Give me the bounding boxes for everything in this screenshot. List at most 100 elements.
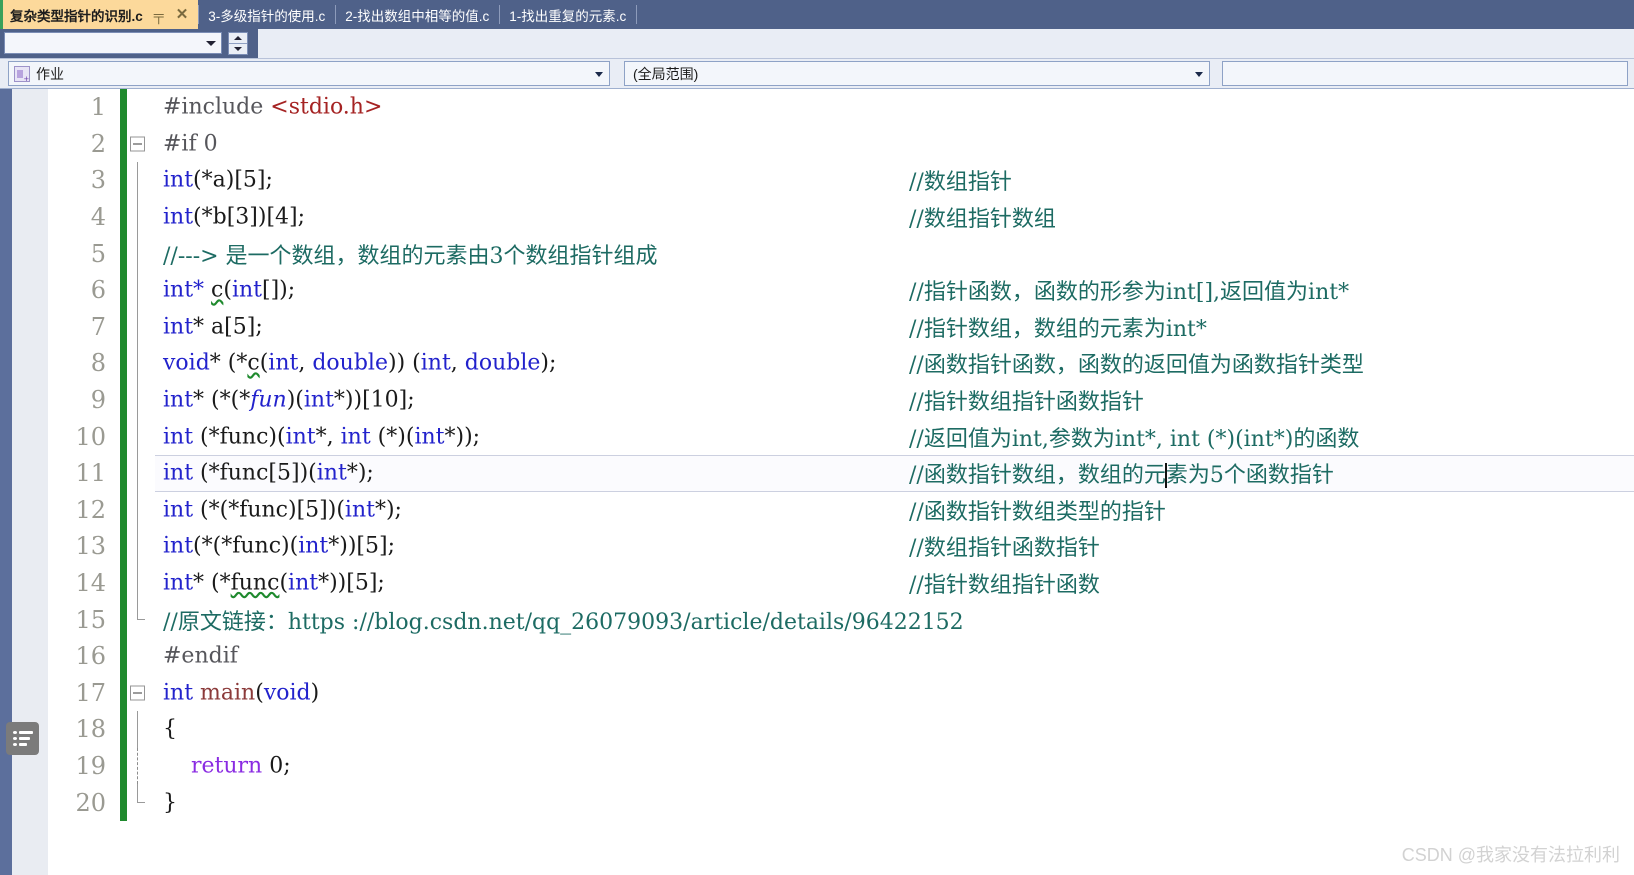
code-cell[interactable]: int (*func[5])(int*);//函数指针数组，数组的元素为5个函数… bbox=[155, 454, 1634, 492]
code-cell[interactable]: #endif bbox=[155, 638, 1634, 675]
code-cell[interactable]: //---> 是一个数组，数组的元素由3个数组指针组成 bbox=[155, 235, 1634, 272]
code-token: *, bbox=[315, 424, 341, 450]
tab-2[interactable]: 2-找出数组中相等的值.c bbox=[336, 0, 499, 29]
code-cell[interactable]: int* (*(*fun)(int*))[10];//指针数组指针函数指针 bbox=[155, 382, 1634, 419]
code-line-row[interactable]: 6 int* c(int[]);//指针函数，函数的形参为int[],返回值为in… bbox=[48, 271, 1634, 309]
line-number: 7 bbox=[90, 312, 106, 341]
code-line-row[interactable]: 16 #endif bbox=[48, 637, 1634, 675]
code-cell[interactable]: void* (*c(int, double)) (int, double);//… bbox=[155, 345, 1634, 382]
scope-selector-combo[interactable]: (全局范围) bbox=[624, 61, 1210, 86]
code-text: int* a[5]; bbox=[163, 314, 263, 339]
code-line-row[interactable]: 20} bbox=[48, 784, 1634, 821]
line-comment: //指针数组，数组的元素为int* bbox=[909, 316, 1207, 342]
code-cell[interactable]: int (*func)(int*, int (*)(int*));//返回值为i… bbox=[155, 418, 1634, 455]
line-comment: //数组指针函数指针 bbox=[909, 536, 1100, 562]
code-cell[interactable]: } bbox=[155, 784, 1634, 821]
code-cell[interactable]: int* c(int[]);//指针函数，函数的形参为int[],返回值为int… bbox=[155, 272, 1634, 309]
list-menu-icon[interactable] bbox=[6, 722, 39, 755]
code-line-row[interactable]: 5 //---> 是一个数组，数组的元素由3个数组指针组成 bbox=[48, 235, 1634, 272]
tab-0[interactable]: 复杂类型指针的识别.c ╤ ✕ bbox=[0, 0, 199, 29]
code-cell[interactable]: int* (*func(int*))[5];//指针数组指针函数 bbox=[155, 565, 1634, 602]
code-token: )( bbox=[286, 387, 304, 413]
tab-label: 2-找出数组中相等的值.c bbox=[345, 8, 490, 24]
code-editor: 1 #include <stdio.h> 2 #if 0 3 int(*a)[5];//数… bbox=[0, 89, 1634, 875]
code-line-row[interactable]: 2 #if 0 bbox=[48, 125, 1634, 163]
code-line-row[interactable]: 17 int main(void) bbox=[48, 674, 1634, 712]
spinner-down-button[interactable] bbox=[229, 44, 247, 55]
project-selector-combo[interactable]: 作业 bbox=[8, 61, 610, 86]
line-comment-after-caret: 素为5个函数指针 bbox=[1165, 463, 1334, 489]
member-selector-combo[interactable] bbox=[1222, 61, 1628, 86]
code-token: return bbox=[190, 753, 263, 779]
code-cell[interactable]: int* a[5]; //指针数组，数组的元素为int* bbox=[155, 309, 1634, 346]
scope-selector-value: (全局范围) bbox=[633, 65, 699, 82]
code-token: int bbox=[420, 350, 451, 376]
code-line-row[interactable]: 14 int* (*func(int*))[5];//指针数组指针函数 bbox=[48, 564, 1634, 602]
code-token: *))[5]; bbox=[328, 533, 395, 559]
fold-column bbox=[127, 418, 155, 455]
fold-collapse-icon[interactable] bbox=[130, 136, 145, 152]
tab-1[interactable]: 3-多级指针的使用.c bbox=[199, 0, 335, 29]
code-cell[interactable]: int(*(*func)(int*))[5];//数组指针函数指针 bbox=[155, 528, 1634, 565]
fold-column bbox=[127, 638, 155, 675]
change-indicator-bar bbox=[120, 784, 127, 821]
code-line-row[interactable]: 7 int* a[5]; //指针数组，数组的元素为int* bbox=[48, 308, 1634, 346]
code-lines[interactable]: 1 #include <stdio.h> 2 #if 0 3 int(*a)[5];//数… bbox=[48, 89, 1634, 875]
spinner-up-button[interactable] bbox=[229, 33, 247, 44]
fold-column bbox=[127, 198, 155, 236]
code-line-row[interactable]: 12 int (*(*func)[5])(int*);//函数指针数组类型的指针 bbox=[48, 491, 1634, 529]
tab-label: 复杂类型指针的识别.c bbox=[10, 8, 143, 24]
fold-column bbox=[127, 126, 155, 163]
code-line-row[interactable]: 3 int(*a)[5]; //数组指针 bbox=[48, 162, 1634, 199]
line-number: 11 bbox=[75, 459, 106, 488]
fold-column bbox=[127, 162, 155, 199]
line-number: 1 bbox=[90, 93, 106, 122]
code-token: int bbox=[298, 533, 329, 559]
code-line-row[interactable]: 4 int(*b[3])[4]; //数组指针数组 bbox=[48, 198, 1634, 236]
code-cell[interactable]: { bbox=[155, 711, 1634, 748]
code-cell[interactable]: #if 0 bbox=[155, 126, 1634, 163]
code-line-row[interactable]: 8 void* (*c(int, double)) (int, double); /… bbox=[48, 345, 1634, 382]
line-comment: //数组指针数组 bbox=[909, 207, 1056, 233]
code-line-row[interactable]: 13 int(*(*func)(int*))[5];//数组指针函数指针 bbox=[48, 528, 1634, 565]
code-token: #if 0 bbox=[163, 131, 218, 157]
change-indicator-bar bbox=[120, 162, 127, 199]
line-comment: //指针数组指针函数指针 bbox=[909, 390, 1144, 416]
line-comment-before-caret: //函数指针数组，数组的元 bbox=[909, 463, 1166, 489]
code-cell[interactable]: #include <stdio.h> bbox=[155, 89, 1634, 126]
code-line-row[interactable]: 1 #include <stdio.h> bbox=[48, 89, 1634, 126]
editor-small-combo[interactable] bbox=[4, 32, 222, 54]
code-token: (*(*func)[5])( bbox=[193, 497, 345, 523]
code-line-row[interactable]: 18 { bbox=[48, 711, 1634, 748]
triangle-down-icon bbox=[234, 46, 242, 51]
fold-column bbox=[127, 454, 155, 492]
line-spinner[interactable] bbox=[228, 32, 248, 55]
fold-collapse-icon[interactable] bbox=[130, 685, 145, 701]
code-cell[interactable]: int(*a)[5]; //数组指针 bbox=[155, 162, 1634, 199]
code-line-row[interactable]: 15 //原文链接：https ://blog.csdn.net/qq_26079… bbox=[48, 601, 1634, 638]
code-token: int bbox=[163, 570, 194, 596]
code-cell[interactable]: int(*b[3])[4]; //数组指针数组 bbox=[155, 199, 1634, 236]
code-cell[interactable]: //原文链接：https ://blog.csdn.net/qq_2607909… bbox=[155, 601, 1634, 638]
code-cell[interactable]: return 0; bbox=[155, 748, 1634, 785]
close-icon[interactable]: ✕ bbox=[176, 7, 189, 22]
code-text: { bbox=[163, 717, 177, 742]
code-text: int* c(int[]); bbox=[163, 278, 295, 303]
fold-guide-line bbox=[137, 528, 138, 565]
code-token: int bbox=[163, 314, 194, 340]
change-indicator-bar bbox=[120, 308, 127, 346]
code-cell[interactable]: int (*(*func)[5])(int*);//函数指针数组类型的指针 bbox=[155, 492, 1634, 529]
code-cell[interactable]: int main(void) bbox=[155, 675, 1634, 712]
pin-icon[interactable]: ╤ bbox=[154, 8, 164, 22]
change-indicator-bar bbox=[120, 271, 127, 309]
code-token: //原文链接：https ://blog.csdn.net/qq_2607909… bbox=[163, 609, 964, 635]
code-token: 0; bbox=[262, 753, 291, 779]
change-indicator-bar bbox=[120, 418, 127, 455]
tab-3[interactable]: 1-找出重复的元素.c bbox=[500, 0, 636, 29]
code-line-row[interactable]: 10 int (*func)(int*, int (*)(int*));//返回值… bbox=[48, 418, 1634, 455]
line-comment: //函数指针数组类型的指针 bbox=[909, 499, 1166, 525]
code-line-row[interactable]: 11 int (*func[5])(int*);//函数指针数组，数组的元素为5个… bbox=[48, 454, 1634, 492]
code-line-row[interactable]: 19 return 0; bbox=[48, 747, 1634, 785]
code-token: int bbox=[268, 350, 299, 376]
code-line-row[interactable]: 9 int* (*(*fun)(int*))[10];//指针数组指针函数指针 bbox=[48, 381, 1634, 419]
